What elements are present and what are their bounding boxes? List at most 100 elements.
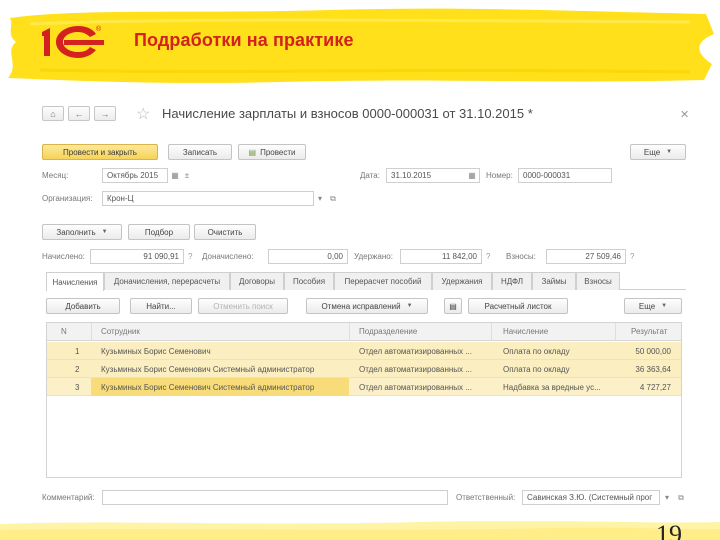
chevron-down-icon: ▼ [406, 303, 413, 309]
tab-contributions[interactable]: Взносы [576, 272, 620, 290]
accrued-field: 91 090,91 [90, 249, 184, 264]
chevron-down-icon: ▼ [661, 303, 668, 309]
help-icon[interactable]: ? [486, 252, 490, 261]
tab-loans[interactable]: Займы [532, 272, 576, 290]
date-calendar-icon[interactable]: ▦ [466, 168, 478, 183]
post-and-close-button[interactable]: Провести и закрыть [42, 144, 158, 160]
result-cell: 4 727,27 [639, 383, 671, 392]
column-header-employee[interactable]: Сотрудник [101, 327, 140, 336]
more-button[interactable]: Еще ▼ [630, 144, 686, 160]
responsible-label: Ответственный: [456, 493, 516, 502]
row-number: 3 [75, 383, 80, 392]
calendar-icon[interactable]: ▦ [169, 168, 181, 183]
column-header-result[interactable]: Результат [631, 327, 667, 336]
table-row[interactable]: 1 Кузьминых Борис Семенович Отдел автома… [47, 342, 681, 360]
tab-ndfl[interactable]: НДФЛ [492, 272, 532, 290]
tab-deductions[interactable]: Удержания [432, 272, 492, 290]
comment-field[interactable] [102, 490, 448, 505]
responsible-field[interactable]: Савинская З.Ю. (Системный прог [522, 490, 660, 505]
fill-label: Заполнить [56, 227, 96, 237]
document-title: Начисление зарплаты и взносов 0000-00003… [162, 106, 533, 121]
pick-button[interactable]: Подбор [128, 224, 190, 240]
chevron-down-icon: ▼ [666, 149, 673, 155]
number-label: Номер: [486, 171, 513, 180]
bottom-brush-stroke [0, 521, 720, 540]
month-label: Месяц: [42, 171, 69, 180]
additional-field: 0,00 [268, 249, 348, 264]
cancel-corrections-label: Отмена исправлений [321, 301, 401, 311]
result-cell: 50 000,00 [635, 347, 671, 356]
back-button[interactable]: ← [68, 106, 90, 121]
chevron-down-icon: ▼ [101, 229, 108, 235]
table-header: N Сотрудник Подразделение Начисление Рез… [47, 323, 681, 341]
comment-label: Комментарий: [42, 493, 95, 502]
employee-cell: Кузьминых Борис Семенович Системный адми… [101, 365, 315, 374]
dropdown-icon[interactable]: ▾ [661, 490, 673, 505]
help-icon[interactable]: ? [188, 252, 192, 261]
contributions-field: 27 509,46 [546, 249, 626, 264]
accrual-cell: Оплата по окладу [503, 365, 570, 374]
print-icon[interactable]: ▤ [444, 298, 462, 314]
post-label: Провести [260, 147, 296, 157]
help-icon[interactable]: ? [630, 252, 634, 261]
clear-button[interactable]: Очистить [194, 224, 256, 240]
home-button[interactable]: ⌂ [42, 106, 64, 121]
cancel-search-button[interactable]: Отменить поиск [198, 298, 288, 314]
withheld-field: 11 842,00 [400, 249, 482, 264]
cancel-corrections-button[interactable]: Отмена исправлений ▼ [306, 298, 428, 314]
employee-cell: Кузьминых Борис Семенович [101, 347, 211, 356]
department-cell: Отдел автоматизированных ... [359, 347, 472, 356]
month-field[interactable]: Октябрь 2015 [102, 168, 168, 183]
close-icon[interactable]: ✕ [680, 108, 689, 121]
table-row[interactable]: 2 Кузьминых Борис Семенович Системный ад… [47, 360, 681, 378]
result-cell: 36 363,64 [635, 365, 671, 374]
tab-accruals[interactable]: Начисления [46, 272, 104, 291]
arrow-left-icon: ← [74, 108, 84, 119]
add-row-button[interactable]: Добавить [46, 298, 120, 314]
department-cell: Отдел автоматизированных ... [359, 365, 472, 374]
home-icon: ⌂ [50, 108, 56, 119]
column-header-accrual[interactable]: Начисление [503, 327, 548, 336]
forward-button[interactable]: → [94, 106, 116, 121]
accrual-cell: Оплата по окладу [503, 347, 570, 356]
column-divider [615, 323, 616, 341]
tab-additional-accruals[interactable]: Доначисления, перерасчеты [104, 272, 230, 290]
organization-field[interactable]: Крон-Ц [102, 191, 314, 206]
date-label: Дата: [360, 171, 380, 180]
open-link-icon[interactable]: ⧉ [675, 490, 687, 505]
tab-benefit-recalc[interactable]: Перерасчет пособий [334, 272, 432, 290]
employee-cell: Кузьминых Борис Семенович Системный адми… [101, 383, 315, 392]
page-number: 19 [656, 520, 682, 540]
tab-contracts[interactable]: Договоры [230, 272, 284, 290]
table-more-button[interactable]: Еще ▼ [624, 298, 682, 314]
post-button[interactable]: ▤ Провести [238, 144, 306, 160]
table-more-label: Еще [638, 301, 656, 311]
1c-logo: ® [42, 25, 104, 58]
withheld-label: Удержано: [354, 252, 393, 261]
organization-label: Организация: [42, 194, 93, 203]
svg-text:®: ® [96, 25, 102, 33]
arrow-right-icon: → [100, 108, 110, 119]
column-divider [349, 323, 350, 341]
yellow-brush-stroke [8, 8, 714, 83]
slide-title: Подработки на практике [134, 30, 354, 50]
fill-button[interactable]: Заполнить ▼ [42, 224, 122, 240]
additional-label: Доначислено: [202, 252, 254, 261]
more-label: Еще [643, 147, 661, 157]
row-number: 2 [75, 365, 80, 374]
dropdown-icon[interactable]: ▾ [314, 191, 326, 206]
find-button[interactable]: Найти... [130, 298, 192, 314]
document-window: ⌂ ← → ☆ Начисление зарплаты и взносов 00… [38, 96, 692, 516]
column-header-n[interactable]: N [61, 327, 67, 336]
row-number: 1 [75, 347, 80, 356]
table-row-selected[interactable]: 3 Кузьминых Борис Семенович Системный ад… [47, 378, 681, 396]
payslip-button[interactable]: Расчетный листок [468, 298, 568, 314]
month-stepper[interactable]: ± [181, 168, 193, 183]
open-link-icon[interactable]: ⧉ [327, 191, 339, 206]
column-header-department[interactable]: Подразделение [359, 327, 417, 336]
number-field[interactable]: 0000-000031 [518, 168, 612, 183]
tab-benefits[interactable]: Пособия [284, 272, 334, 290]
accrual-cell: Надбавка за вредные ус... [503, 383, 601, 392]
star-icon[interactable]: ☆ [136, 104, 150, 124]
save-button[interactable]: Записать [168, 144, 232, 160]
